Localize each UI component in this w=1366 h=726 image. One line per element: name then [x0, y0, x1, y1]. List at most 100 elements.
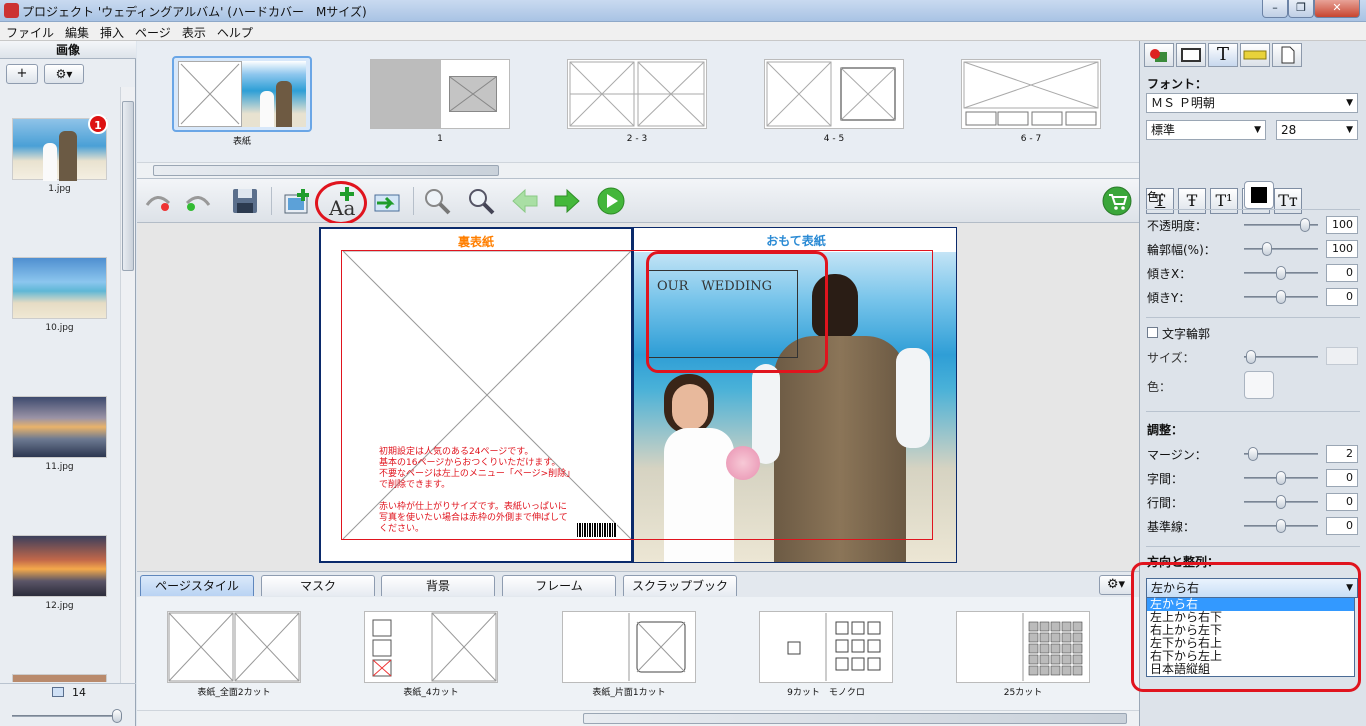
ruler-icon: [1243, 50, 1267, 60]
style-thumb[interactable]: [167, 611, 301, 683]
skew-y-slider[interactable]: [1244, 290, 1318, 304]
char-spacing-input[interactable]: 0: [1326, 469, 1358, 487]
text-color-swatch[interactable]: [1244, 181, 1274, 209]
outline-width-input[interactable]: 100: [1326, 240, 1358, 258]
tab-page-style[interactable]: ページスタイル: [140, 575, 254, 596]
tab-background[interactable]: 背景: [381, 575, 495, 596]
menu-help[interactable]: ヘルプ: [211, 22, 258, 41]
font-size-select[interactable]: 28 ▼: [1276, 120, 1358, 140]
line-spacing-slider[interactable]: [1244, 495, 1318, 509]
menu-view[interactable]: 表示: [176, 22, 211, 41]
arrow-right-icon: [554, 188, 580, 214]
char-spacing-slider[interactable]: [1244, 471, 1318, 485]
next-page-button[interactable]: [551, 185, 583, 217]
menu-page[interactable]: ページ: [129, 22, 176, 41]
undo-button[interactable]: [141, 185, 173, 217]
outline-size-label: サイズ：: [1147, 351, 1195, 365]
add-image-button[interactable]: +: [6, 64, 38, 84]
page-thumb[interactable]: [567, 59, 707, 129]
minimize-button[interactable]: –: [1262, 0, 1288, 18]
skew-x-slider[interactable]: [1244, 266, 1318, 280]
image-thumb-5[interactable]: [12, 674, 107, 682]
skew-y-input[interactable]: 0: [1326, 288, 1358, 306]
previous-page-button[interactable]: [509, 185, 541, 217]
page-strip-scrollbar[interactable]: [137, 162, 1139, 178]
page-thumb[interactable]: [961, 59, 1101, 129]
tab-ruler[interactable]: [1240, 43, 1270, 67]
superscript-button[interactable]: T¹: [1210, 188, 1238, 214]
image-thumb-2[interactable]: [12, 257, 107, 319]
outline-size-slider[interactable]: [1244, 350, 1318, 364]
outline-width-label: 輪郭幅(%)：: [1147, 243, 1216, 257]
text-outline-checkbox[interactable]: [1147, 327, 1158, 338]
style-thumb[interactable]: [759, 611, 893, 683]
margin-slider[interactable]: [1244, 447, 1318, 461]
scrollbar-thumb[interactable]: [153, 165, 499, 176]
tab-page-props[interactable]: [1272, 43, 1302, 67]
page-label: 2 - 3: [626, 134, 648, 144]
tab-text-props[interactable]: T: [1208, 43, 1238, 67]
order-button[interactable]: [1101, 185, 1133, 217]
font-family-select[interactable]: ＭＳ Ｐ明朝 ▼: [1146, 93, 1358, 113]
play-button[interactable]: [595, 185, 627, 217]
maximize-button[interactable]: ❐: [1288, 0, 1314, 18]
menu-insert[interactable]: 挿入: [94, 22, 129, 41]
image-name: 10.jpg: [45, 323, 74, 333]
page-thumb[interactable]: [370, 59, 510, 129]
thumb-size-slider[interactable]: [12, 709, 122, 723]
save-button[interactable]: [229, 185, 261, 217]
image-thumb-3[interactable]: [12, 396, 107, 458]
redo-button[interactable]: [183, 185, 215, 217]
highlight-textbox: [646, 251, 828, 373]
image-name: 12.jpg: [45, 601, 74, 611]
line-spacing-input[interactable]: 0: [1326, 493, 1358, 511]
play-icon: [597, 187, 625, 215]
page-thumb-selected[interactable]: [172, 56, 312, 132]
tab-frame[interactable]: フレーム: [502, 575, 616, 596]
page-label: 表紙: [232, 137, 251, 147]
image-panel: 画像 + ⚙▾ 1 1.jpg 10.jpg 11.jpg 12.jpg 14: [0, 41, 136, 726]
page-thumb[interactable]: [764, 59, 904, 129]
scrollbar-thumb[interactable]: [583, 713, 1127, 724]
style-strip-scrollbar[interactable]: [137, 710, 1139, 726]
tab-mask[interactable]: マスク: [261, 575, 375, 596]
text-color-label: 色：: [1147, 190, 1172, 204]
image-name: 11.jpg: [45, 462, 74, 472]
baseline-slider[interactable]: [1244, 519, 1318, 533]
style-thumb[interactable]: [562, 611, 696, 683]
style-layout: [168, 612, 300, 682]
strikethrough-button[interactable]: Ŧ: [1178, 188, 1206, 214]
trim-guide: [341, 250, 933, 540]
outline-size-input[interactable]: [1326, 347, 1358, 365]
tab-shape[interactable]: [1144, 43, 1174, 67]
close-button[interactable]: ✕: [1314, 0, 1360, 18]
outline-color-swatch[interactable]: [1244, 371, 1274, 399]
opacity-input[interactable]: 100: [1326, 216, 1358, 234]
image-settings-button[interactable]: ⚙▾: [44, 64, 84, 84]
zoom-in-button[interactable]: [465, 185, 497, 217]
skew-x-input[interactable]: 0: [1326, 264, 1358, 282]
style-layout: [628, 613, 686, 681]
style-settings-button[interactable]: ⚙▾: [1099, 575, 1133, 595]
zoom-out-button[interactable]: [421, 185, 453, 217]
tab-scrapbook[interactable]: スクラップブック: [623, 575, 737, 596]
editing-canvas[interactable]: 裏表紙 初期設定は人気のある24ページです。 基本の16ページからおつくりいただけ…: [137, 223, 1139, 571]
add-photo-frame-button[interactable]: [281, 185, 313, 217]
small-caps-button[interactable]: Tт: [1274, 188, 1302, 214]
outline-width-slider[interactable]: [1244, 242, 1318, 256]
baseline-input[interactable]: 0: [1326, 517, 1358, 535]
menu-file[interactable]: ファイル: [0, 22, 59, 41]
image-thumb-4[interactable]: [12, 535, 107, 597]
add-clipart-button[interactable]: [371, 185, 403, 217]
highlight-direction: [1131, 562, 1361, 692]
menu-edit[interactable]: 編集: [59, 22, 94, 41]
style-tabs: ページスタイル マスク 背景 フレーム スクラップブック ⚙▾: [137, 571, 1139, 597]
image-list-scrollbar[interactable]: [120, 87, 135, 683]
opacity-slider[interactable]: [1244, 218, 1318, 232]
style-thumb[interactable]: [364, 611, 498, 683]
style-thumb[interactable]: [956, 611, 1090, 683]
font-style-select[interactable]: 標準 ▼: [1146, 120, 1266, 140]
scrollbar-thumb[interactable]: [122, 101, 134, 271]
tab-frame-props[interactable]: [1176, 43, 1206, 67]
margin-input[interactable]: 2: [1326, 445, 1358, 463]
